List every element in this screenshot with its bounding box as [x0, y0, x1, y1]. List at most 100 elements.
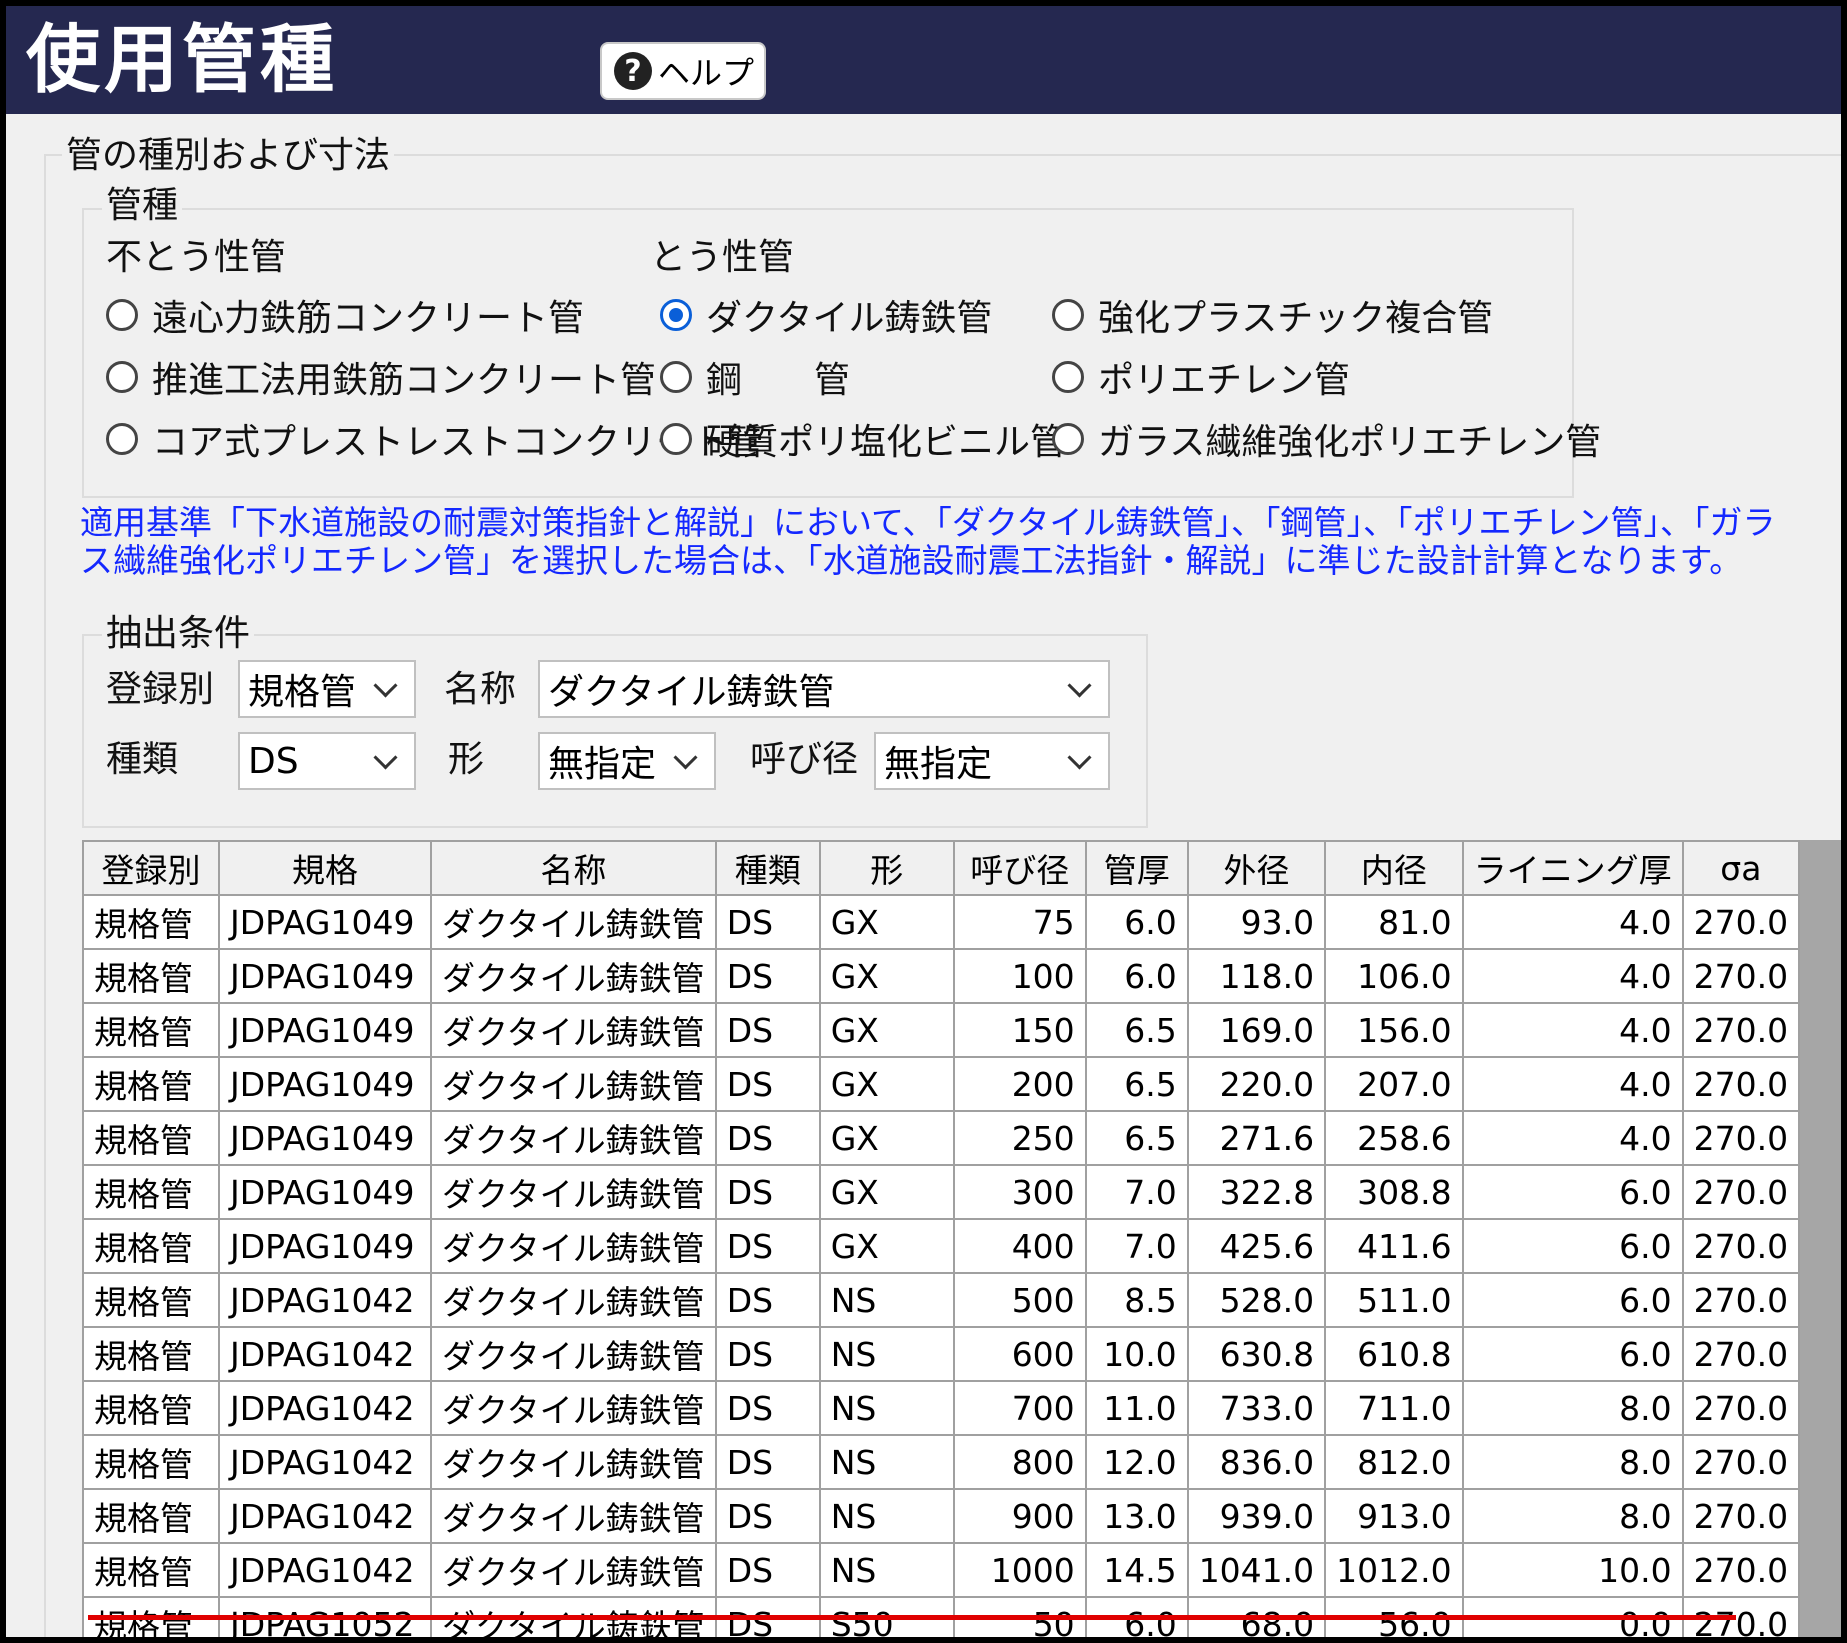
table-cell: 425.6: [1186, 1218, 1327, 1274]
table-cell: 7.0: [1084, 1218, 1189, 1274]
table-row[interactable]: 規格管 JDPAG1049 ダクタイル鋳鉄管 DS GX 250 6.5 271.6 258.6…: [82, 1110, 1801, 1166]
title-bar: 使用管種 ? ヘルプ: [6, 6, 1841, 114]
help-button[interactable]: ? ヘルプ: [600, 42, 766, 100]
kind-label: 種類: [106, 739, 179, 780]
table-cell: GX: [818, 1002, 955, 1058]
table-cell: 10.0: [1084, 1326, 1189, 1382]
table-cell: ダクタイル鋳鉄管: [430, 1542, 717, 1598]
table-cell: 600: [952, 1326, 1087, 1382]
grid-header-row: 登録別 規格 名称 種類 形 呼び径 管厚 外径 内径 ライニング厚 σa: [82, 840, 1801, 896]
column-header[interactable]: 内径: [1324, 840, 1464, 896]
table-row[interactable]: 規格管 JDPAG1042 ダクタイル鋳鉄管 DS NS 900 13.0 939.0 913.…: [82, 1488, 1801, 1544]
table-cell: 270.0: [1681, 1434, 1801, 1490]
filter-group-title: 抽出条件: [102, 612, 255, 656]
column-header[interactable]: 呼び径: [952, 840, 1087, 896]
radio-circle: [106, 299, 138, 331]
table-cell: 270.0: [1681, 1164, 1801, 1220]
help-button-label: ヘルプ: [658, 54, 755, 92]
column-header[interactable]: 管厚: [1084, 840, 1189, 896]
table-cell: JDPAG1049: [218, 894, 432, 950]
table-cell: 規格管: [82, 1326, 220, 1382]
radio-jacking-rc[interactable]: 推進工法用鉄筋コンクリート管: [106, 354, 657, 401]
table-cell: 81.0: [1324, 894, 1464, 950]
radio-label: 強化プラスチック複合管: [1098, 298, 1494, 339]
column-header[interactable]: 登録別: [82, 840, 220, 896]
table-row[interactable]: 規格管 JDPAG1049 ダクタイル鋳鉄管 DS GX 75 6.0 93.0 81.0 4.0…: [82, 894, 1801, 950]
table-row[interactable]: 規格管 JDPAG1049 ダクタイル鋳鉄管 DS GX 200 6.5 220.0 207.0…: [82, 1056, 1801, 1112]
table-cell: 156.0: [1324, 1002, 1464, 1058]
chevron-down-icon: [373, 744, 398, 770]
table-row[interactable]: 規格管 JDPAG1049 ダクタイル鋳鉄管 DS GX 150 6.5 169.0 156.0…: [82, 1002, 1801, 1058]
registration-value: 規格管: [248, 672, 357, 713]
radio-label: 鋼 管: [706, 360, 851, 401]
radio-centrifugal-rc[interactable]: 遠心力鉄筋コンクリート管: [106, 292, 584, 339]
table-cell: 207.0: [1324, 1056, 1464, 1112]
name-select[interactable]: ダクタイル鋳鉄管: [538, 660, 1110, 718]
highlight-underline: [88, 1615, 1736, 1620]
column-header[interactable]: 種類: [714, 840, 821, 896]
table-row[interactable]: 規格管 JDPAG1042 ダクタイル鋳鉄管 DS NS 600 10.0 630.8 610.…: [82, 1326, 1801, 1382]
table-cell: 14.5: [1084, 1542, 1189, 1598]
table-cell: 規格管: [82, 1110, 220, 1166]
table-cell: 610.8: [1324, 1326, 1464, 1382]
nominal-diameter-select[interactable]: 無指定: [874, 732, 1110, 790]
radio-label: ダクタイル鋳鉄管: [706, 298, 993, 339]
column-header[interactable]: ライニング厚: [1461, 840, 1684, 896]
column-header[interactable]: σa: [1681, 840, 1801, 896]
kind-select[interactable]: DS: [238, 732, 416, 790]
table-cell: 220.0: [1186, 1056, 1327, 1112]
table-cell: DS: [714, 1326, 821, 1382]
table-cell: 300: [952, 1164, 1087, 1220]
table-cell: DS: [714, 1002, 821, 1058]
chevron-down-icon: [673, 744, 698, 770]
radio-steel[interactable]: 鋼 管: [660, 354, 851, 401]
radio-ductile-iron[interactable]: ダクタイル鋳鉄管: [660, 292, 993, 339]
table-cell: 規格管: [82, 1434, 220, 1490]
table-cell: 6.5: [1084, 1002, 1189, 1058]
table-row[interactable]: 規格管 JDPAG1049 ダクタイル鋳鉄管 DS GX 400 7.0 425.6 411.6…: [82, 1218, 1801, 1274]
column-header[interactable]: 名称: [430, 840, 717, 896]
table-cell: NS: [818, 1542, 955, 1598]
table-row[interactable]: 規格管 JDPAG1042 ダクタイル鋳鉄管 DS NS 700 11.0 733.0 711.…: [82, 1380, 1801, 1436]
radio-circle: [660, 423, 692, 455]
table-cell: DS: [714, 1110, 821, 1166]
name-label: 名称: [444, 669, 517, 710]
table-cell: 258.6: [1324, 1110, 1464, 1166]
column-header[interactable]: 規格: [218, 840, 432, 896]
table-row[interactable]: 規格管 JDPAG1049 ダクタイル鋳鉄管 DS GX 300 7.0 322.8 308.8…: [82, 1164, 1801, 1220]
table-cell: GX: [818, 1056, 955, 1112]
column-header[interactable]: 形: [818, 840, 955, 896]
table-cell: 270.0: [1681, 894, 1801, 950]
rigid-pipe-label: 不とう性管: [106, 237, 287, 278]
radio-label: ガラス繊維強化ポリエチレン管: [1098, 422, 1602, 463]
table-cell: 812.0: [1324, 1434, 1464, 1490]
radio-circle: [1052, 361, 1084, 393]
radio-hard-pvc[interactable]: 硬質ポリ塩化ビニル管: [660, 416, 1066, 463]
column-header[interactable]: 外径: [1186, 840, 1327, 896]
table-row[interactable]: 規格管 JDPAG1049 ダクタイル鋳鉄管 DS GX 100 6.0 118.0 106.0…: [82, 948, 1801, 1004]
table-cell: 169.0: [1186, 1002, 1327, 1058]
radio-polyethylene[interactable]: ポリエチレン管: [1052, 354, 1350, 401]
table-cell: 規格管: [82, 1056, 220, 1112]
radio-circle: [660, 299, 692, 331]
table-row[interactable]: 規格管 JDPAG1042 ダクタイル鋳鉄管 DS NS 800 12.0 836.0 812.…: [82, 1434, 1801, 1490]
table-cell: DS: [714, 1272, 821, 1328]
table-cell: 711.0: [1324, 1380, 1464, 1436]
table-cell: ダクタイル鋳鉄管: [430, 1056, 717, 1112]
grid-body: 規格管 JDPAG1049 ダクタイル鋳鉄管 DS GX 75 6.0 93.0 81.0 4.0…: [82, 894, 1801, 1637]
table-cell: ダクタイル鋳鉄管: [430, 1380, 717, 1436]
radio-reinforced-plastic[interactable]: 強化プラスチック複合管: [1052, 292, 1494, 339]
table-cell: 270.0: [1681, 1002, 1801, 1058]
table-cell: 100: [952, 948, 1087, 1004]
table-cell: JDPAG1042: [218, 1434, 432, 1490]
registration-select[interactable]: 規格管: [238, 660, 416, 718]
radio-glass-fiber-pe[interactable]: ガラス繊維強化ポリエチレン管: [1052, 416, 1602, 463]
kind-value: DS: [248, 740, 299, 782]
table-cell: NS: [818, 1326, 955, 1382]
table-cell: 4.0: [1461, 948, 1684, 1004]
table-cell: GX: [818, 948, 955, 1004]
table-row[interactable]: 規格管 JDPAG1042 ダクタイル鋳鉄管 DS NS 1000 14.5 1041.0 10…: [82, 1542, 1801, 1598]
radio-label: 推進工法用鉄筋コンクリート管: [152, 360, 657, 401]
table-row[interactable]: 規格管 JDPAG1042 ダクタイル鋳鉄管 DS NS 500 8.5 528.0 511.0…: [82, 1272, 1801, 1328]
shape-select[interactable]: 無指定: [538, 732, 716, 790]
